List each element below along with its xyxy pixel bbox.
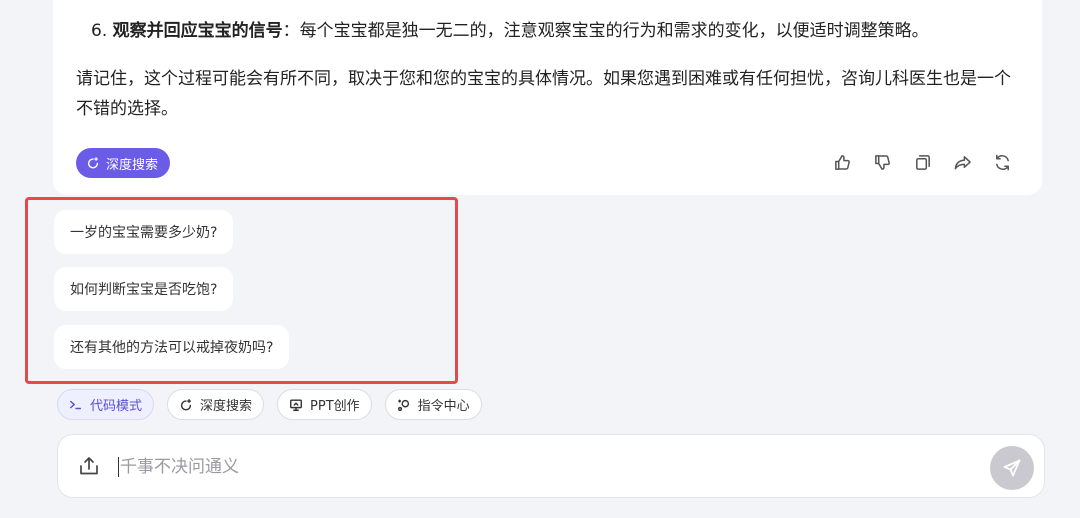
command-center-button[interactable]: 指令中心: [384, 389, 482, 420]
deep-search-button[interactable]: 深度搜索: [167, 389, 265, 420]
upload-button[interactable]: [78, 455, 100, 477]
presentation-icon: [290, 398, 302, 411]
command-center-icon: [397, 398, 409, 411]
dislike-button[interactable]: [872, 150, 892, 174]
thumbs-up-icon: [834, 154, 850, 170]
suggestion-chip[interactable]: 如何判断宝宝是否吃饱?: [54, 267, 234, 311]
like-button[interactable]: [832, 150, 852, 174]
thumbs-down-icon: [874, 154, 890, 170]
deep-search-icon: [180, 398, 192, 410]
point-body: ：每个宝宝都是独一无二的，注意观察宝宝的行为和需求的变化，以便适时调整策略。: [282, 21, 929, 41]
ppt-create-label: PPT创作: [310, 399, 360, 414]
deep-search-badge-label: 深度搜索: [106, 157, 159, 173]
code-mode-button[interactable]: 代码模式: [57, 389, 155, 420]
copy-icon: [915, 154, 930, 170]
tool-bar: 代码模式 深度搜索 PPT创作 指令中心: [57, 389, 482, 420]
share-arrow-icon: [954, 155, 971, 169]
send-icon: [1003, 459, 1021, 477]
answer-point-6: 6. 观察并回应宝宝的信号：每个宝宝都是独一无二的，注意观察宝宝的行为和需求的变…: [91, 18, 929, 44]
answer-actions: [832, 150, 1012, 174]
refresh-icon: [995, 154, 1009, 170]
answer-summary: 请记住，这个过程可能会有所不同，取决于您和您的宝宝的具体情况。如果您遇到困难或有…: [76, 69, 1011, 119]
chat-input[interactable]: [120, 451, 970, 483]
ppt-create-button[interactable]: PPT创作: [277, 389, 372, 420]
chat-page: 6. 观察并回应宝宝的信号：每个宝宝都是独一无二的，注意观察宝宝的行为和需求的变…: [0, 0, 1080, 518]
copy-button[interactable]: [912, 150, 932, 174]
point-title: 观察并回应宝宝的信号: [112, 21, 283, 41]
deep-search-badge[interactable]: 深度搜索: [76, 148, 171, 178]
suggestion-chip[interactable]: 一岁的宝宝需要多少奶?: [54, 210, 234, 254]
text-cursor: [118, 457, 119, 477]
upload-icon: [80, 457, 98, 475]
suggestion-chip[interactable]: 还有其他的方法可以戒掉夜奶吗?: [54, 325, 290, 369]
regenerate-button[interactable]: [992, 150, 1012, 174]
point-number: 6.: [91, 21, 108, 41]
deep-search-label: 深度搜索: [200, 399, 253, 414]
terminal-icon: [70, 400, 82, 409]
share-button[interactable]: [952, 150, 972, 174]
chat-input-bar: [57, 434, 1045, 498]
command-center-label: 指令中心: [417, 399, 470, 414]
answer-card: 6. 观察并回应宝宝的信号：每个宝宝都是独一无二的，注意观察宝宝的行为和需求的变…: [53, 0, 1042, 195]
deep-search-icon: [87, 157, 99, 169]
code-mode-label: 代码模式: [90, 399, 143, 414]
send-button[interactable]: [990, 446, 1034, 490]
